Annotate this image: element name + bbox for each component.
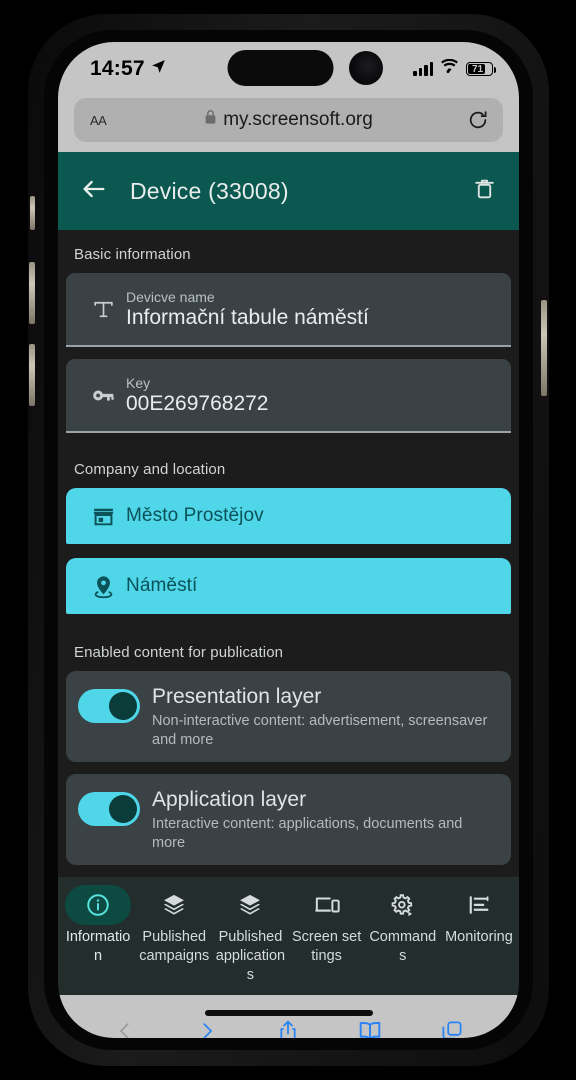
volume-down-button[interactable]: [29, 344, 35, 406]
battery-percent: 71: [471, 63, 484, 75]
tabs-icon[interactable]: [430, 1011, 474, 1038]
application-layer-row[interactable]: Application layer Interactive content: a…: [66, 774, 511, 865]
url-text: my.screensoft.org: [223, 109, 373, 130]
key-field[interactable]: Key 00E269768272: [66, 359, 511, 433]
key-icon: [80, 382, 126, 409]
dynamic-island: [227, 50, 334, 86]
nav-label-published-campaigns: Published campaigns: [139, 929, 210, 964]
presentation-layer-subtitle: Non-interactive content: advertisement, …: [152, 713, 488, 748]
layers-icon: [217, 885, 283, 925]
gear-play-icon: [370, 885, 436, 925]
store-icon: [80, 504, 126, 529]
back-arrow-icon[interactable]: [80, 175, 108, 208]
key-label: Key: [126, 374, 151, 391]
battery-icon: 71: [466, 62, 497, 76]
front-camera: [348, 51, 383, 85]
application-layer-title: Application layer: [152, 788, 307, 811]
section-company-location-label: Company and location: [74, 461, 226, 478]
toggle-knob: [109, 692, 137, 720]
status-bar-time-group: 14:57: [90, 57, 167, 81]
nav-label-screen-settings: Screen settings: [291, 929, 362, 964]
wifi-icon: [440, 58, 459, 79]
location-button[interactable]: Náměstí: [66, 558, 511, 614]
monitoring-chart-icon: [446, 885, 512, 925]
presentation-layer-row[interactable]: Presentation layer Non-interactive conte…: [66, 671, 511, 762]
presentation-layer-toggle[interactable]: [78, 689, 140, 723]
device-name-field[interactable]: Devicve name Informační tabule náměstí: [66, 273, 511, 347]
address-bar[interactable]: AA my.screensoft.org: [74, 98, 503, 142]
safari-top-chrome: 14:57 71 AA my.screensoft.org: [58, 42, 519, 152]
volume-up-button[interactable]: [29, 262, 35, 324]
nav-label-published-applications: Published applications: [215, 929, 286, 983]
layers-icon: [141, 885, 207, 925]
key-value: 00E269768272: [126, 391, 269, 415]
company-button-label: Město Prostějov: [126, 505, 264, 526]
application-layer-subtitle: Interactive content: applications, docum…: [152, 816, 463, 851]
nav-item-commands[interactable]: Commands: [365, 885, 441, 966]
page-title: Device (33008): [130, 177, 289, 204]
bottom-navigation: Information Published campaigns Publishe…: [58, 877, 519, 995]
address-bar-container: AA my.screensoft.org: [58, 96, 519, 152]
status-bar: 14:57 71: [58, 42, 519, 96]
section-basic-information-label: Basic information: [74, 246, 191, 263]
power-button[interactable]: [541, 300, 547, 396]
nav-item-published-applications[interactable]: Published applications: [212, 885, 288, 985]
web-app: Device (33008) Basic information Devicve…: [58, 152, 519, 995]
address-bar-center: my.screensoft.org: [74, 109, 503, 131]
silent-switch-button[interactable]: [30, 196, 35, 230]
back-chevron-icon[interactable]: [103, 1011, 147, 1038]
info-circle-icon: [65, 885, 132, 925]
screenshot-stage: 14:57 71 AA my.screensoft.org Device (33…: [0, 0, 576, 1080]
devices-icon: [294, 885, 360, 925]
nav-item-information[interactable]: Information: [60, 885, 136, 966]
status-bar-time: 14:57: [90, 57, 145, 80]
safari-bottom-toolbar: [58, 995, 519, 1038]
home-indicator: [204, 1010, 373, 1016]
application-layer-toggle[interactable]: [78, 792, 140, 826]
location-arrow-icon: [150, 57, 167, 81]
device-name-value: Informační tabule náměstí: [126, 305, 369, 329]
device-name-label: Devicve name: [126, 288, 215, 305]
title-text-icon: [80, 297, 126, 322]
nav-label-information: Information: [65, 929, 131, 964]
nav-label-monitoring: Monitoring: [445, 929, 513, 945]
section-enabled-content-label: Enabled content for publication: [74, 644, 284, 661]
status-bar-indicators: 71: [413, 42, 497, 96]
nav-label-commands: Commands: [369, 929, 437, 964]
company-button[interactable]: Město Prostějov: [66, 488, 511, 544]
presentation-layer-title: Presentation layer: [152, 685, 322, 708]
location-button-label: Náměstí: [126, 575, 198, 596]
app-bar: Device (33008): [58, 152, 519, 230]
lock-icon: [204, 109, 217, 131]
app-content: Basic information Devicve name Informačn…: [58, 230, 519, 865]
phone-screen: 14:57 71 AA my.screensoft.org Device (33…: [58, 42, 519, 1038]
location-pin-icon: [80, 574, 126, 599]
cellular-signal-icon: [413, 62, 433, 76]
nav-item-monitoring[interactable]: Monitoring: [441, 885, 517, 947]
toggle-knob: [109, 795, 137, 823]
nav-item-screen-settings[interactable]: Screen settings: [289, 885, 365, 966]
nav-item-published-campaigns[interactable]: Published campaigns: [136, 885, 212, 966]
trash-icon[interactable]: [472, 176, 497, 206]
